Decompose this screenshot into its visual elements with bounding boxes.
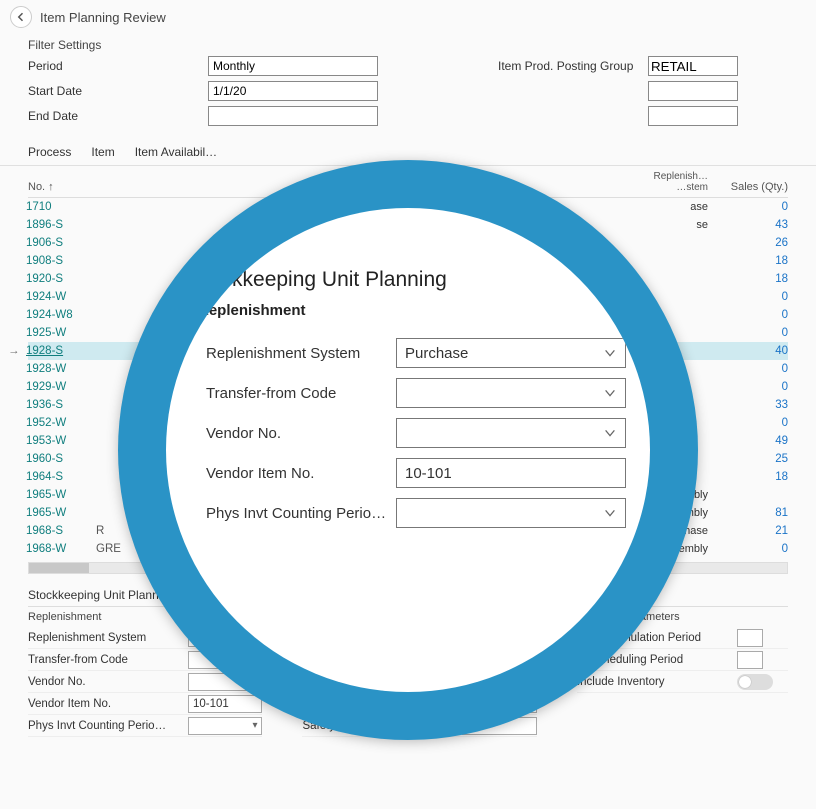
filter-settings-label: Filter Settings <box>28 38 788 52</box>
arrow-left-icon <box>15 11 27 23</box>
cell-sales: 26 <box>708 237 788 249</box>
toolbar-item-availability[interactable]: Item Availabil… <box>135 145 217 159</box>
cell-no[interactable]: 1968-S <box>26 525 96 537</box>
page-title: Item Planning Review <box>40 10 166 25</box>
mag-replenishment-system-select[interactable]: Purchase <box>396 338 626 368</box>
chevron-down-icon <box>603 386 617 400</box>
cell-no[interactable]: 1964-S <box>26 471 96 483</box>
cell-sales: 0 <box>708 309 788 321</box>
cell-no[interactable]: 1965-W <box>26 489 96 501</box>
cell-sales: 0 <box>708 417 788 429</box>
cell-sales: 33 <box>708 399 788 411</box>
filter-blank-input-1[interactable] <box>648 81 738 101</box>
cell-no[interactable]: 1965-W <box>26 507 96 519</box>
magnifier-title: Stockkeeping Unit Planning <box>190 268 650 292</box>
cell-sales: 18 <box>708 273 788 285</box>
period-label: Period <box>28 59 208 73</box>
end-date-label: End Date <box>28 109 208 123</box>
magnifier-subtitle: Replenishment <box>198 302 650 319</box>
phys-invt-select[interactable]: ▾ <box>188 717 262 735</box>
cell-no[interactable]: 1710 <box>26 201 96 213</box>
cell-no[interactable]: 1925-W <box>26 327 96 339</box>
include-inventory-label: Include Inventory <box>577 676 737 688</box>
cell-no[interactable]: 1960-S <box>26 453 96 465</box>
vendor-item-no-label: Vendor Item No. <box>28 698 188 710</box>
cell-no[interactable]: 1920-S <box>26 273 96 285</box>
lot-accum-input[interactable] <box>737 629 763 647</box>
cell-sales: 0 <box>708 363 788 375</box>
cell-sales: 25 <box>708 453 788 465</box>
cell-sales: 49 <box>708 435 788 447</box>
start-date-input[interactable] <box>208 81 378 101</box>
chevron-down-icon <box>603 346 617 360</box>
include-inventory-toggle[interactable] <box>737 674 773 690</box>
cell-sales: 43 <box>708 219 788 231</box>
mag-replenishment-system-label: Replenishment System <box>206 345 396 362</box>
mag-vendor-item-no-label: Vendor Item No. <box>206 465 396 482</box>
posting-group-label: Item Prod. Posting Group <box>498 59 648 73</box>
chevron-down-icon: ▾ <box>252 720 257 731</box>
cell-sales: 0 <box>708 381 788 393</box>
cell-no[interactable]: 1968-W <box>26 543 96 555</box>
cell-no[interactable]: 1924-W8 <box>26 309 96 321</box>
transfer-from-label: Transfer-from Code <box>28 654 188 666</box>
mag-vendor-no-select[interactable] <box>396 418 626 448</box>
grid-header-no[interactable]: No. ↑ <box>28 181 98 193</box>
cell-sales: 0 <box>708 291 788 303</box>
cell-no[interactable]: 1896-S <box>26 219 96 231</box>
cell-sales: 18 <box>708 255 788 267</box>
posting-group-input[interactable] <box>648 56 738 76</box>
back-button[interactable] <box>10 6 32 28</box>
cell-replenish: se <box>628 219 708 231</box>
cell-sales: 18 <box>708 471 788 483</box>
cell-no[interactable]: 1953-W <box>26 435 96 447</box>
mag-transfer-from-label: Transfer-from Code <box>206 385 396 402</box>
row-indicator-icon: → <box>8 345 26 357</box>
resched-input[interactable] <box>737 651 763 669</box>
cell-no[interactable]: 1952-W <box>26 417 96 429</box>
mag-phys-invt-label: Phys Invt Counting Perio… <box>206 505 396 522</box>
cell-sales: 40 <box>708 345 788 357</box>
cell-no[interactable]: 1928-S <box>26 345 96 357</box>
cell-no[interactable]: 1906-S <box>26 237 96 249</box>
filter-blank-input-2[interactable] <box>648 106 738 126</box>
cell-replenish: ase <box>628 201 708 213</box>
vendor-item-no-input[interactable]: 10-101 <box>188 695 262 713</box>
cell-sales: 0 <box>708 201 788 213</box>
cell-no[interactable]: 1936-S <box>26 399 96 411</box>
period-input[interactable] <box>208 56 378 76</box>
mag-phys-invt-select[interactable] <box>396 498 626 528</box>
vendor-no-label: Vendor No. <box>28 676 188 688</box>
mag-vendor-item-no-input[interactable]: 10-101 <box>396 458 626 488</box>
phys-invt-label: Phys Invt Counting Perio… <box>28 720 188 732</box>
cell-no[interactable]: 1928-W <box>26 363 96 375</box>
grid-header-replenish[interactable]: Replenish… …stem <box>628 171 708 193</box>
mag-transfer-from-select[interactable] <box>396 378 626 408</box>
replenishment-system-label: Replenishment System <box>28 632 188 644</box>
cell-sales: 0 <box>708 543 788 555</box>
magnifier-overlay: Stockkeeping Unit Planning Replenishment… <box>118 160 698 740</box>
start-date-label: Start Date <box>28 84 208 98</box>
toolbar-item[interactable]: Item <box>91 145 114 159</box>
end-date-input[interactable] <box>208 106 378 126</box>
cell-sales: 81 <box>708 507 788 519</box>
cell-no[interactable]: 1908-S <box>26 255 96 267</box>
cell-sales: 0 <box>708 327 788 339</box>
cell-no[interactable]: 1924-W <box>26 291 96 303</box>
mag-vendor-no-label: Vendor No. <box>206 425 396 442</box>
cell-sales: 21 <box>708 525 788 537</box>
chevron-down-icon <box>603 506 617 520</box>
cell-no[interactable]: 1929-W <box>26 381 96 393</box>
grid-header-sales[interactable]: Sales (Qty.) <box>708 181 788 193</box>
toolbar-process[interactable]: Process <box>28 145 71 159</box>
chevron-down-icon <box>603 426 617 440</box>
